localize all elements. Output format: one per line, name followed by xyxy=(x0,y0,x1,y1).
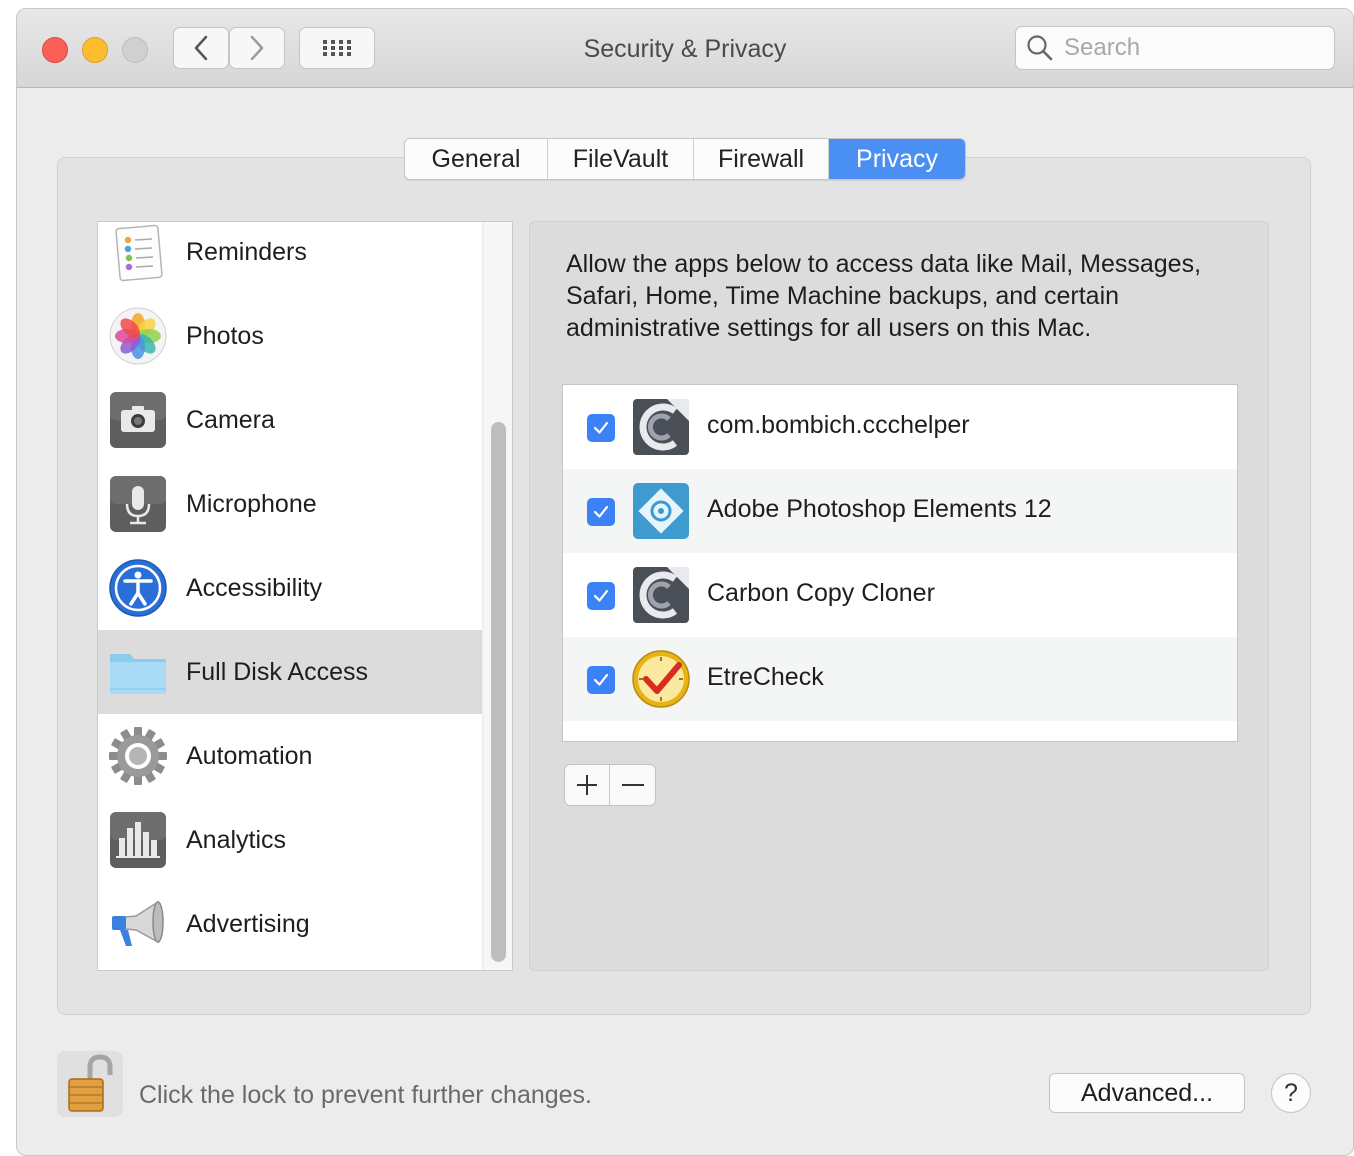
app-row[interactable]: com.bombich.ccchelper xyxy=(563,385,1237,469)
title-bar: Security & Privacy xyxy=(17,9,1353,88)
accessibility-icon xyxy=(109,559,167,617)
app-name: Adobe Photoshop Elements 12 xyxy=(707,495,1052,523)
tab-bar: General FileVault Firewall Privacy xyxy=(404,138,966,180)
plus-icon xyxy=(577,775,597,795)
sidebar-item-label: Reminders xyxy=(186,237,307,266)
advanced-button[interactable]: Advanced... xyxy=(1049,1073,1245,1113)
remove-button[interactable] xyxy=(610,765,655,805)
sidebar-item-full-disk-access[interactable]: Full Disk Access xyxy=(98,630,482,714)
checkmark-icon xyxy=(593,673,609,686)
sidebar-item-label: Analytics xyxy=(186,825,287,854)
add-button[interactable] xyxy=(565,765,610,805)
add-remove-control xyxy=(564,764,656,806)
reminders-icon xyxy=(115,224,163,282)
full-disk-access-panel: Allow the apps below to access data like… xyxy=(529,221,1269,971)
tab-filevault[interactable]: FileVault xyxy=(548,139,694,179)
checkmark-icon xyxy=(593,421,609,434)
app-row[interactable]: EtreCheck xyxy=(563,637,1237,721)
sidebar-item-label: Automation xyxy=(186,741,313,770)
sidebar-item-photos[interactable]: Photos xyxy=(98,294,482,378)
search-input[interactable] xyxy=(1062,33,1316,63)
camera-icon xyxy=(110,392,166,448)
tab-privacy[interactable]: Privacy xyxy=(829,139,965,179)
minus-icon xyxy=(621,784,644,786)
app-name: Carbon Copy Cloner xyxy=(707,579,935,607)
app-list[interactable]: com.bombich.ccchelper Adobe Photoshop El… xyxy=(562,384,1238,742)
app-checkbox[interactable] xyxy=(587,414,615,442)
sidebar-item-reminders[interactable]: Reminders xyxy=(98,222,482,294)
app-checkbox[interactable] xyxy=(587,582,615,610)
sidebar-item-label: Photos xyxy=(186,321,264,350)
scrollbar-thumb[interactable] xyxy=(491,422,506,962)
sidebar-item-label: Full Disk Access xyxy=(186,657,368,686)
sidebar-item-microphone[interactable]: Microphone xyxy=(98,462,482,546)
sidebar-item-label: Camera xyxy=(186,405,275,434)
app-name: EtreCheck xyxy=(707,663,824,691)
ccc-icon xyxy=(633,399,689,455)
app-row[interactable]: Adobe Photoshop Elements 12 xyxy=(563,469,1237,553)
sidebar-item-automation[interactable]: Automation xyxy=(98,714,482,798)
unlocked-padlock-icon xyxy=(68,1054,113,1112)
sidebar-item-label: Accessibility xyxy=(186,573,323,602)
gear-icon xyxy=(109,727,167,785)
help-button[interactable]: ? xyxy=(1271,1073,1311,1113)
lock-button[interactable] xyxy=(57,1051,123,1117)
privacy-category-list[interactable]: Reminders Photos Camera Microphone Acces… xyxy=(97,221,513,971)
analytics-icon xyxy=(110,812,166,868)
microphone-icon xyxy=(110,476,166,532)
panel-description: Allow the apps below to access data like… xyxy=(566,250,1202,342)
lock-status-text: Click the lock to prevent further change… xyxy=(139,1081,593,1109)
sidebar-item-label: Microphone xyxy=(186,489,317,518)
app-row[interactable]: Carbon Copy Cloner xyxy=(563,553,1237,637)
preferences-window: Security & Privacy General FileVault Fir… xyxy=(16,8,1354,1156)
ccc-icon xyxy=(633,567,689,623)
app-name: com.bombich.ccchelper xyxy=(707,411,970,439)
folder-icon xyxy=(110,654,166,694)
app-checkbox[interactable] xyxy=(587,498,615,526)
sidebar-item-advertising[interactable]: Advertising xyxy=(98,882,482,966)
sidebar-item-analytics[interactable]: Analytics xyxy=(98,798,482,882)
photoshop-elements-icon xyxy=(633,483,689,539)
sidebar-item-camera[interactable]: Camera xyxy=(98,378,482,462)
etrecheck-icon xyxy=(632,650,690,708)
sidebar-item-accessibility[interactable]: Accessibility xyxy=(98,546,482,630)
tab-firewall[interactable]: Firewall xyxy=(694,139,829,179)
search-field[interactable] xyxy=(1015,26,1335,70)
sidebar-scrollbar[interactable] xyxy=(482,222,512,970)
checkmark-icon xyxy=(593,589,609,602)
app-checkbox[interactable] xyxy=(587,666,615,694)
search-icon xyxy=(1027,35,1053,61)
tab-general[interactable]: General xyxy=(405,139,548,179)
megaphone-icon xyxy=(112,900,164,946)
checkmark-icon xyxy=(593,505,609,518)
sidebar-item-label: Advertising xyxy=(186,909,310,938)
photos-icon xyxy=(109,307,167,365)
